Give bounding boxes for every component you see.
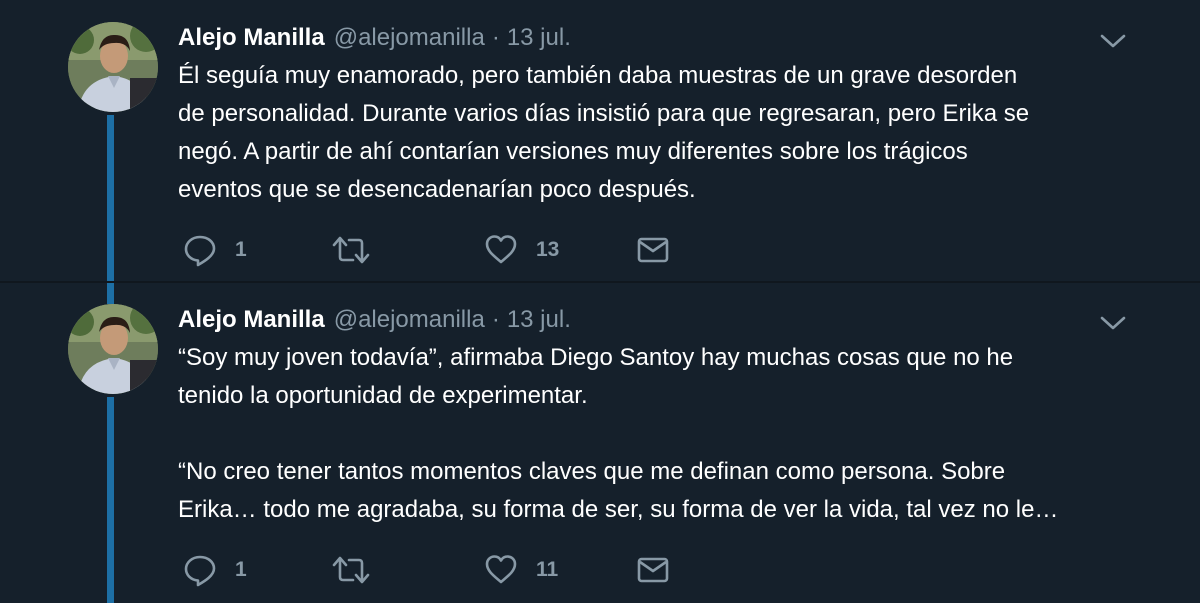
chevron-down-icon[interactable] — [1099, 31, 1127, 51]
avatar-photo — [68, 304, 158, 394]
message-button[interactable] — [636, 553, 670, 587]
tweet-date[interactable]: 13 jul. — [507, 24, 571, 52]
thread-line — [107, 283, 114, 304]
header-separator: · — [491, 24, 500, 51]
author-handle[interactable]: @alejomanilla — [334, 306, 485, 334]
chevron-down-icon[interactable] — [1099, 313, 1127, 333]
tweet-text: “Soy muy joven todavía”, afirmaba Diego … — [178, 344, 1059, 523]
avatar[interactable] — [68, 22, 158, 112]
tweet-text: Él seguía muy enamorado, pero también da… — [178, 62, 1030, 203]
reply-icon — [184, 555, 216, 587]
tweet-header: Alejo Manilla @alejomanilla · 13 jul. — [178, 306, 571, 340]
tweet-actions: 1 11 — [183, 553, 703, 587]
reply-button[interactable]: 1 — [183, 553, 247, 587]
avatar[interactable] — [68, 304, 158, 394]
reply-icon — [184, 235, 216, 267]
header-separator: · — [491, 306, 500, 333]
tweet[interactable]: Alejo Manilla @alejomanilla · 13 jul. Él… — [0, 0, 1200, 281]
message-icon — [637, 557, 669, 583]
reply-count: 1 — [235, 558, 247, 581]
like-icon — [485, 235, 517, 264]
like-count: 13 — [536, 238, 560, 261]
tweet-header: Alejo Manilla @alejomanilla · 13 jul. — [178, 24, 571, 58]
message-button[interactable] — [636, 233, 670, 267]
like-button[interactable]: 13 — [484, 233, 559, 267]
retweet-icon — [332, 556, 370, 584]
tweet-actions: 1 13 — [183, 233, 703, 267]
author-handle[interactable]: @alejomanilla — [334, 24, 485, 52]
retweet-icon — [332, 236, 370, 264]
thread-line — [107, 397, 114, 603]
retweet-button[interactable] — [332, 233, 388, 267]
thread-line — [107, 115, 114, 281]
like-count: 11 — [536, 558, 559, 581]
author-name[interactable]: Alejo Manilla — [178, 24, 325, 52]
tweet[interactable]: Alejo Manilla @alejomanilla · 13 jul. “S… — [0, 283, 1200, 603]
tweet-date[interactable]: 13 jul. — [507, 306, 571, 334]
author-name[interactable]: Alejo Manilla — [178, 306, 325, 334]
like-icon — [485, 555, 517, 584]
retweet-button[interactable] — [332, 553, 388, 587]
like-button[interactable]: 11 — [484, 553, 558, 587]
reply-button[interactable]: 1 — [183, 233, 247, 267]
message-icon — [637, 237, 669, 263]
reply-count: 1 — [235, 238, 247, 261]
avatar-photo — [68, 22, 158, 112]
